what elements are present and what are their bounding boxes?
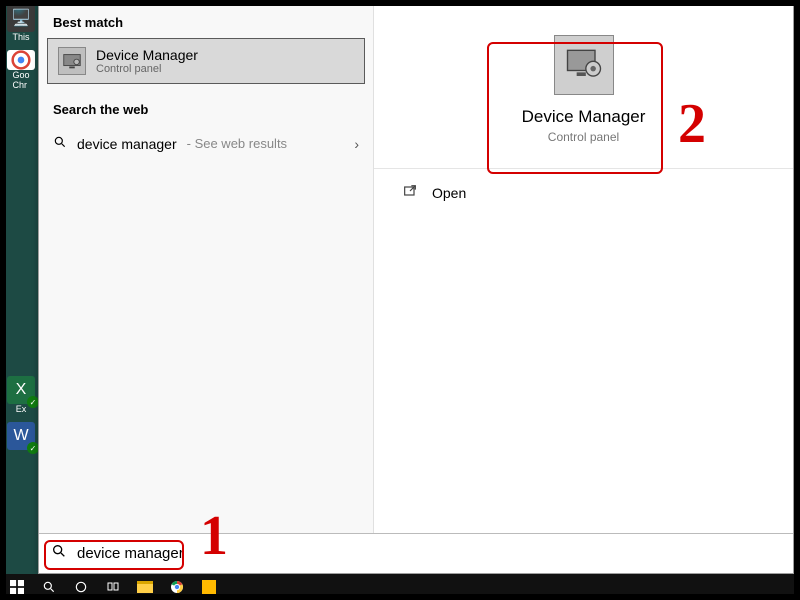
open-action[interactable]: Open <box>374 169 793 217</box>
search-icon <box>51 543 67 564</box>
file-explorer-button[interactable] <box>132 576 158 598</box>
best-match-header: Best match <box>39 5 373 38</box>
desktop-icon-excel[interactable]: X✓ Ex <box>4 376 38 416</box>
word-icon: W✓ <box>7 422 35 450</box>
device-manager-icon <box>58 47 86 75</box>
store-icon <box>202 580 216 594</box>
preview-title: Device Manager <box>484 107 684 127</box>
web-query-text: device manager <box>77 136 177 152</box>
desktop-icon-this-pc[interactable]: 🖥️ This <box>4 4 38 44</box>
task-view-button[interactable] <box>100 576 126 598</box>
search-results-column: Best match Device Manager Control panel … <box>39 5 374 533</box>
desktop-icon-word[interactable]: W✓ <box>4 422 38 462</box>
taskbar <box>0 574 800 600</box>
chrome-taskbar-button[interactable] <box>164 576 190 598</box>
search-preview-column: Device Manager Control panel Open <box>374 5 793 533</box>
desktop-icon-label: This <box>12 32 29 42</box>
best-match-result[interactable]: Device Manager Control panel <box>47 38 365 84</box>
search-web-header: Search the web <box>39 92 373 125</box>
folder-icon <box>137 581 153 593</box>
search-icon <box>53 135 67 152</box>
open-icon <box>402 183 418 203</box>
start-button[interactable] <box>4 576 30 598</box>
store-taskbar-button[interactable] <box>196 576 222 598</box>
search-input[interactable] <box>77 545 781 562</box>
web-search-result[interactable]: device manager - See web results › <box>39 125 373 162</box>
desktop-icon-label: Ex <box>16 404 27 414</box>
open-label: Open <box>432 185 466 201</box>
best-match-title: Device Manager <box>96 47 198 63</box>
preview-card[interactable]: Device Manager Control panel <box>484 35 684 144</box>
desktop-icon-label: Goo Chr <box>12 70 29 90</box>
taskbar-search-button[interactable] <box>36 576 62 598</box>
cortana-button[interactable] <box>68 576 94 598</box>
chevron-right-icon: › <box>354 136 359 152</box>
chrome-icon <box>7 50 35 70</box>
this-pc-icon: 🖥️ <box>7 4 35 32</box>
search-bar <box>39 533 793 573</box>
device-manager-large-icon <box>554 35 614 95</box>
preview-subtitle: Control panel <box>484 130 684 144</box>
desktop-icon-chrome[interactable]: Goo Chr <box>4 50 38 90</box>
excel-icon: X✓ <box>7 376 35 404</box>
search-body: Best match Device Manager Control panel … <box>39 5 793 533</box>
web-query-hint: - See web results <box>187 136 287 151</box>
best-match-text: Device Manager Control panel <box>96 47 198 75</box>
desktop-icons-column: 🖥️ This Goo Chr X✓ Ex W✓ <box>4 4 38 468</box>
start-search-panel: Best match Device Manager Control panel … <box>38 4 794 574</box>
best-match-subtitle: Control panel <box>96 63 198 75</box>
